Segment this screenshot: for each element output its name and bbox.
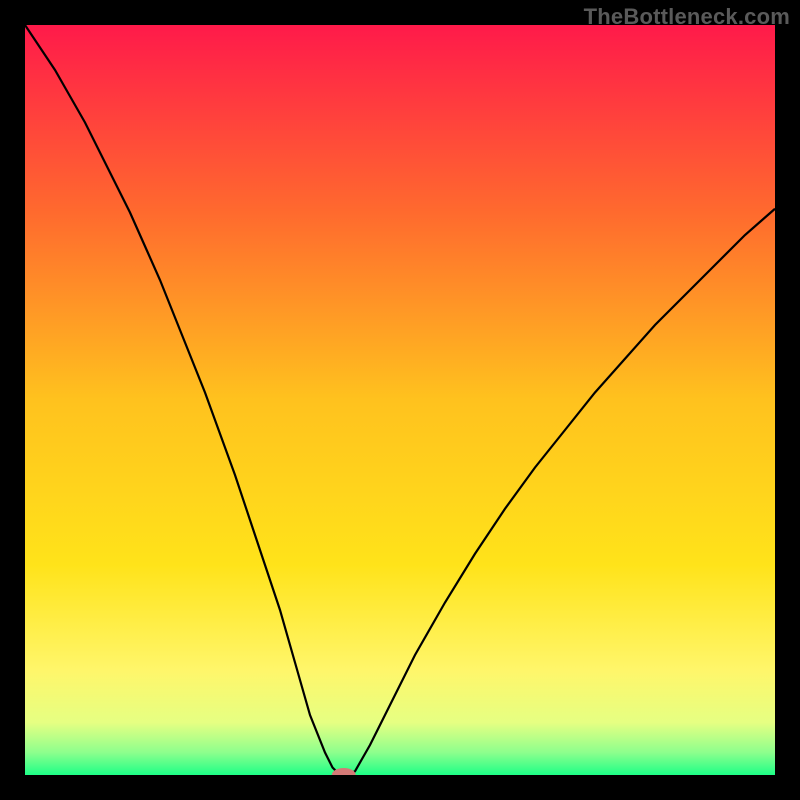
bottleneck-chart [25, 25, 775, 775]
gradient-background [25, 25, 775, 775]
chart-frame: TheBottleneck.com [0, 0, 800, 800]
watermark-text: TheBottleneck.com [584, 4, 790, 30]
plot-area [25, 25, 775, 775]
